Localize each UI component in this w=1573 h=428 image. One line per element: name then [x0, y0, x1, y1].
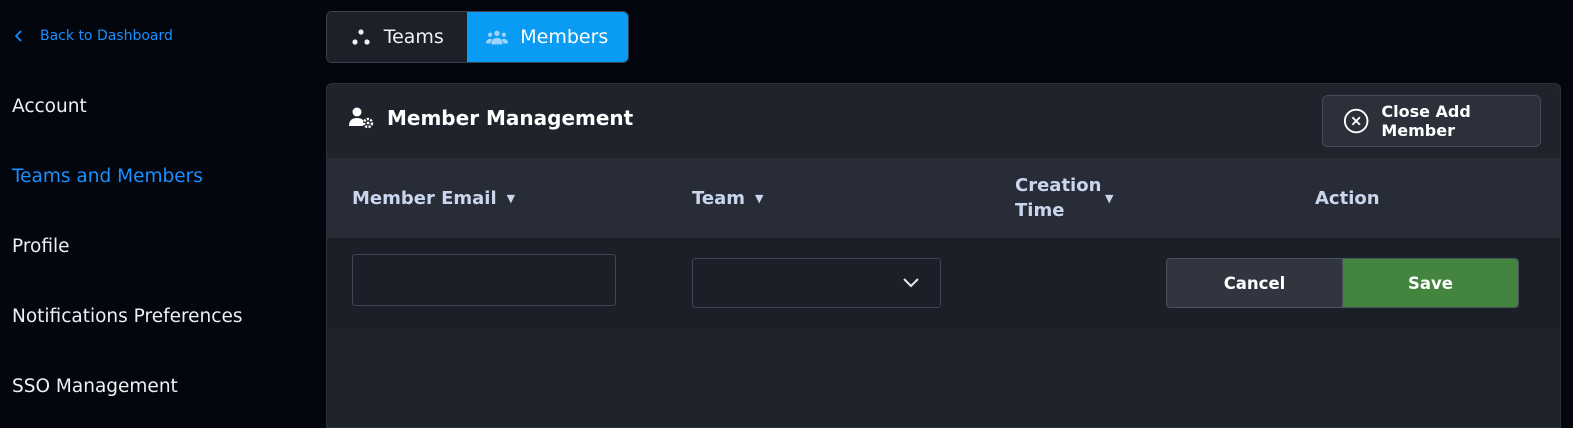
sort-caret-icon: ▼ — [755, 191, 764, 205]
tab-teams[interactable]: Teams — [327, 12, 467, 62]
panel-header: Member Management Close Add Member — [327, 84, 1560, 158]
close-circle-icon — [1343, 108, 1369, 134]
tab-members-label: Members — [520, 26, 609, 48]
view-tabs: Teams Members — [326, 11, 629, 63]
close-add-member-button[interactable]: Close Add Member — [1322, 95, 1541, 147]
column-header-creation-time[interactable]: Creation Time ▼ — [1015, 158, 1113, 238]
sidebar-item-teams-and-members[interactable]: Teams and Members — [12, 166, 203, 187]
teams-icon — [352, 29, 370, 45]
column-header-label: Creation Time — [1015, 175, 1102, 221]
tab-members[interactable]: Members — [466, 12, 628, 62]
column-header-label: Team — [692, 187, 745, 209]
member-email-input[interactable] — [352, 254, 616, 306]
sort-caret-icon: ▼ — [1105, 191, 1114, 205]
table-header: Member Email ▼ Team ▼ Creation Time ▼ Ac… — [327, 158, 1560, 238]
save-button[interactable]: Save — [1343, 259, 1518, 307]
user-gear-icon — [349, 107, 374, 129]
member-management-panel: Member Management Close Add Member Membe… — [326, 83, 1561, 428]
cancel-button[interactable]: Cancel — [1167, 259, 1343, 307]
panel-title-text: Member Management — [387, 106, 634, 130]
column-header-label: Member Email — [352, 187, 497, 209]
close-add-member-label: Close Add Member — [1381, 102, 1471, 140]
tab-teams-label: Teams — [383, 26, 444, 48]
sidebar-item-notifications-preferences[interactable]: Notifications Preferences — [12, 306, 242, 327]
column-header-team[interactable]: Team ▼ — [692, 158, 763, 238]
column-header-member-email[interactable]: Member Email ▼ — [352, 158, 515, 238]
table-row: Cancel Save — [327, 238, 1560, 328]
sort-caret-icon: ▼ — [506, 191, 516, 205]
chevron-down-icon — [903, 278, 919, 288]
column-header-label: Action — [1315, 187, 1380, 209]
sidebar-item-profile[interactable]: Profile — [12, 236, 70, 257]
sidebar-item-account[interactable]: Account — [12, 96, 87, 117]
sidebar: Back to Dashboard Account Teams and Memb… — [0, 0, 326, 422]
members-icon — [486, 30, 509, 45]
row-actions: Cancel Save — [1166, 258, 1519, 308]
back-link-label: Back to Dashboard — [40, 28, 173, 44]
sidebar-item-sso-management[interactable]: SSO Management — [12, 376, 178, 397]
back-to-dashboard-link[interactable]: Back to Dashboard — [12, 26, 173, 46]
chevron-left-icon — [14, 30, 22, 42]
panel-title: Member Management — [349, 106, 633, 130]
team-select[interactable] — [692, 258, 941, 308]
column-header-action: Action — [1315, 158, 1380, 238]
